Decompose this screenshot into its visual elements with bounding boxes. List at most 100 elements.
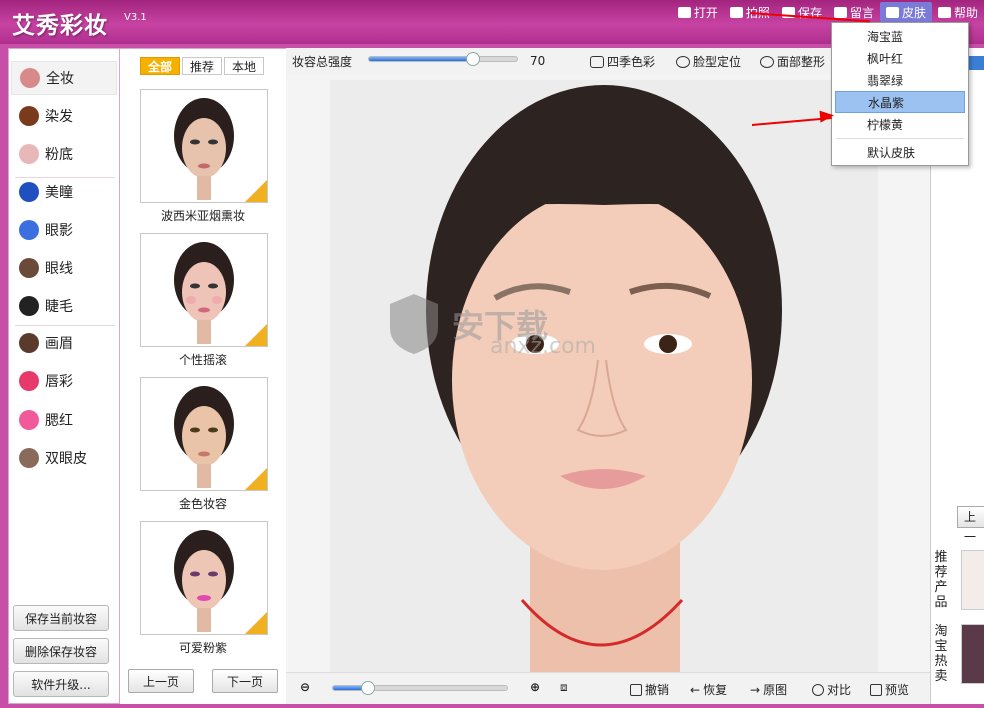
zoom-out-icon[interactable]: ⊖: [300, 680, 310, 694]
back-arrow-icon: ←: [690, 682, 701, 697]
foundation-icon: [19, 144, 39, 164]
look-thumbnail-1[interactable]: [140, 89, 268, 203]
look-thumbnail-2[interactable]: [140, 233, 268, 347]
skin-option-crystal-purple[interactable]: 水晶紫: [835, 91, 965, 113]
corner-badge: [245, 612, 267, 634]
menu-skin[interactable]: 皮肤: [879, 2, 932, 22]
face-thumbnail: [174, 242, 234, 344]
look-thumbnail-4[interactable]: [140, 521, 268, 635]
eyelash-icon: [19, 296, 39, 316]
menu-save[interactable]: 保存: [776, 2, 828, 22]
crosshair-icon: [676, 55, 690, 68]
tab-all[interactable]: 全部: [140, 57, 180, 75]
look-label: 个性摇滚: [178, 353, 227, 367]
blush-icon: [19, 410, 39, 430]
face-shape-button[interactable]: 面部整形: [760, 53, 825, 70]
preview-icon: [870, 683, 882, 696]
zoom-slider-knob[interactable]: [360, 681, 375, 695]
original-button[interactable]: → 原图: [750, 681, 787, 698]
product-image[interactable]: [961, 550, 984, 610]
face-thumbnail: [174, 386, 234, 488]
intensity-value: 70: [530, 54, 546, 68]
skin-option-lemon-yellow[interactable]: 柠檬黄: [835, 113, 965, 135]
product-image[interactable]: [961, 624, 984, 684]
face-thumbnail: [174, 98, 234, 200]
panel-tab[interactable]: [969, 56, 984, 70]
category-double-eyelid[interactable]: 双眼皮: [11, 441, 117, 475]
help-icon: [937, 6, 951, 18]
upgrade-button[interactable]: 软件升级...: [13, 671, 109, 697]
redo-button[interactable]: ← 恢复: [690, 681, 727, 698]
eyebrow-icon: [19, 333, 39, 353]
menu-open[interactable]: 打开: [672, 2, 724, 22]
panel-prev-button[interactable]: 上一: [957, 506, 984, 544]
category-foundation[interactable]: 粉底: [11, 137, 117, 171]
skin-option-jade-green[interactable]: 翡翠绿: [835, 69, 965, 91]
category-full-makeup[interactable]: 全妆: [11, 61, 117, 95]
contact-lens-icon: [19, 182, 39, 202]
tab-local[interactable]: 本地: [224, 57, 264, 75]
category-eyeliner[interactable]: 眼线: [11, 251, 117, 285]
app-title: 艾秀彩妆: [12, 12, 108, 39]
double-eyelid-icon: [19, 448, 39, 468]
preview-button[interactable]: 预览: [870, 681, 909, 698]
intensity-label: 妆容总强度: [292, 55, 353, 69]
intensity-slider-fill: [369, 57, 473, 61]
category-blush[interactable]: 腮红: [11, 403, 117, 437]
fit-screen-icon[interactable]: ⧈: [560, 680, 568, 695]
category-panel: 全妆 染发 粉底 美瞳 眼影 眼线 睫毛 画眉 唇彩 腮红 双眼皮 保存当前妆容…: [8, 48, 120, 704]
forward-arrow-icon: →: [750, 682, 761, 697]
intensity-slider-knob[interactable]: [465, 52, 480, 66]
skin-option-sea-blue[interactable]: 海宝蓝: [835, 25, 965, 47]
prev-page-button[interactable]: 上一页: [128, 669, 194, 693]
skin-dropdown: 海宝蓝 枫叶红 翡翠绿 水晶紫 柠檬黄 默认皮肤: [831, 22, 969, 166]
category-hair-dye[interactable]: 染发: [11, 99, 117, 133]
skin-option-default[interactable]: 默认皮肤: [835, 141, 965, 163]
category-contact-lens[interactable]: 美瞳: [11, 175, 117, 209]
face-locate-button[interactable]: 脸型定位: [676, 53, 741, 70]
look-label: 波西米亚烟熏妆: [160, 209, 245, 223]
eyeshadow-icon: [19, 220, 39, 240]
zoom-slider[interactable]: [332, 681, 508, 695]
watermark: 安下载 anxz.com: [386, 292, 596, 359]
delete-saved-look-button[interactable]: 删除保存妆容: [13, 638, 109, 664]
corner-badge: [245, 468, 267, 490]
category-eyelash[interactable]: 睫毛: [11, 289, 117, 323]
undo-button[interactable]: 撤销: [630, 681, 669, 698]
annotation-arrowhead: [819, 109, 835, 123]
zoom-in-icon[interactable]: ⊕: [530, 680, 540, 694]
camera-icon: [729, 6, 743, 18]
message-icon: [833, 6, 847, 18]
folder-icon: [677, 6, 691, 18]
face-thumbnail: [174, 530, 234, 632]
corner-badge: [245, 180, 267, 202]
shield-icon: [390, 294, 438, 354]
app-version: V3.1: [124, 12, 147, 23]
category-eyeshadow[interactable]: 眼影: [11, 213, 117, 247]
save-current-look-button[interactable]: 保存当前妆容: [13, 605, 109, 631]
bottom-toolbar: ⊖ ⊕ ⧈ 撤销 ← 恢复 → 原图 对比 预览: [286, 672, 930, 704]
smiley-icon: [760, 55, 774, 68]
look-label: 金色妆容: [178, 497, 227, 511]
skin-icon: [885, 6, 899, 18]
portrait-photo: [330, 80, 878, 672]
lip-gloss-icon: [19, 371, 39, 391]
dropdown-divider: [836, 138, 964, 139]
watermark-url: anxz.com: [490, 334, 596, 359]
menu-help[interactable]: 帮助: [932, 2, 984, 22]
undo-icon: [630, 683, 642, 696]
compare-icon: [812, 683, 824, 696]
seasons-color-button[interactable]: 四季色彩: [590, 53, 655, 70]
tab-recommended[interactable]: 推荐: [182, 57, 222, 75]
category-lip-gloss[interactable]: 唇彩: [11, 364, 117, 398]
look-thumbnail-3[interactable]: [140, 377, 268, 491]
skin-option-maple-red[interactable]: 枫叶红: [835, 47, 965, 69]
eyeliner-icon: [19, 258, 39, 278]
category-eyebrow[interactable]: 画眉: [11, 326, 117, 360]
compare-button[interactable]: 对比: [812, 681, 851, 698]
taobao-label: 淘宝热卖: [934, 624, 948, 684]
hair-dye-icon: [19, 106, 39, 126]
look-label: 可爱粉紫: [178, 641, 227, 655]
next-page-button[interactable]: 下一页: [212, 669, 278, 693]
intensity-slider[interactable]: [368, 52, 518, 66]
